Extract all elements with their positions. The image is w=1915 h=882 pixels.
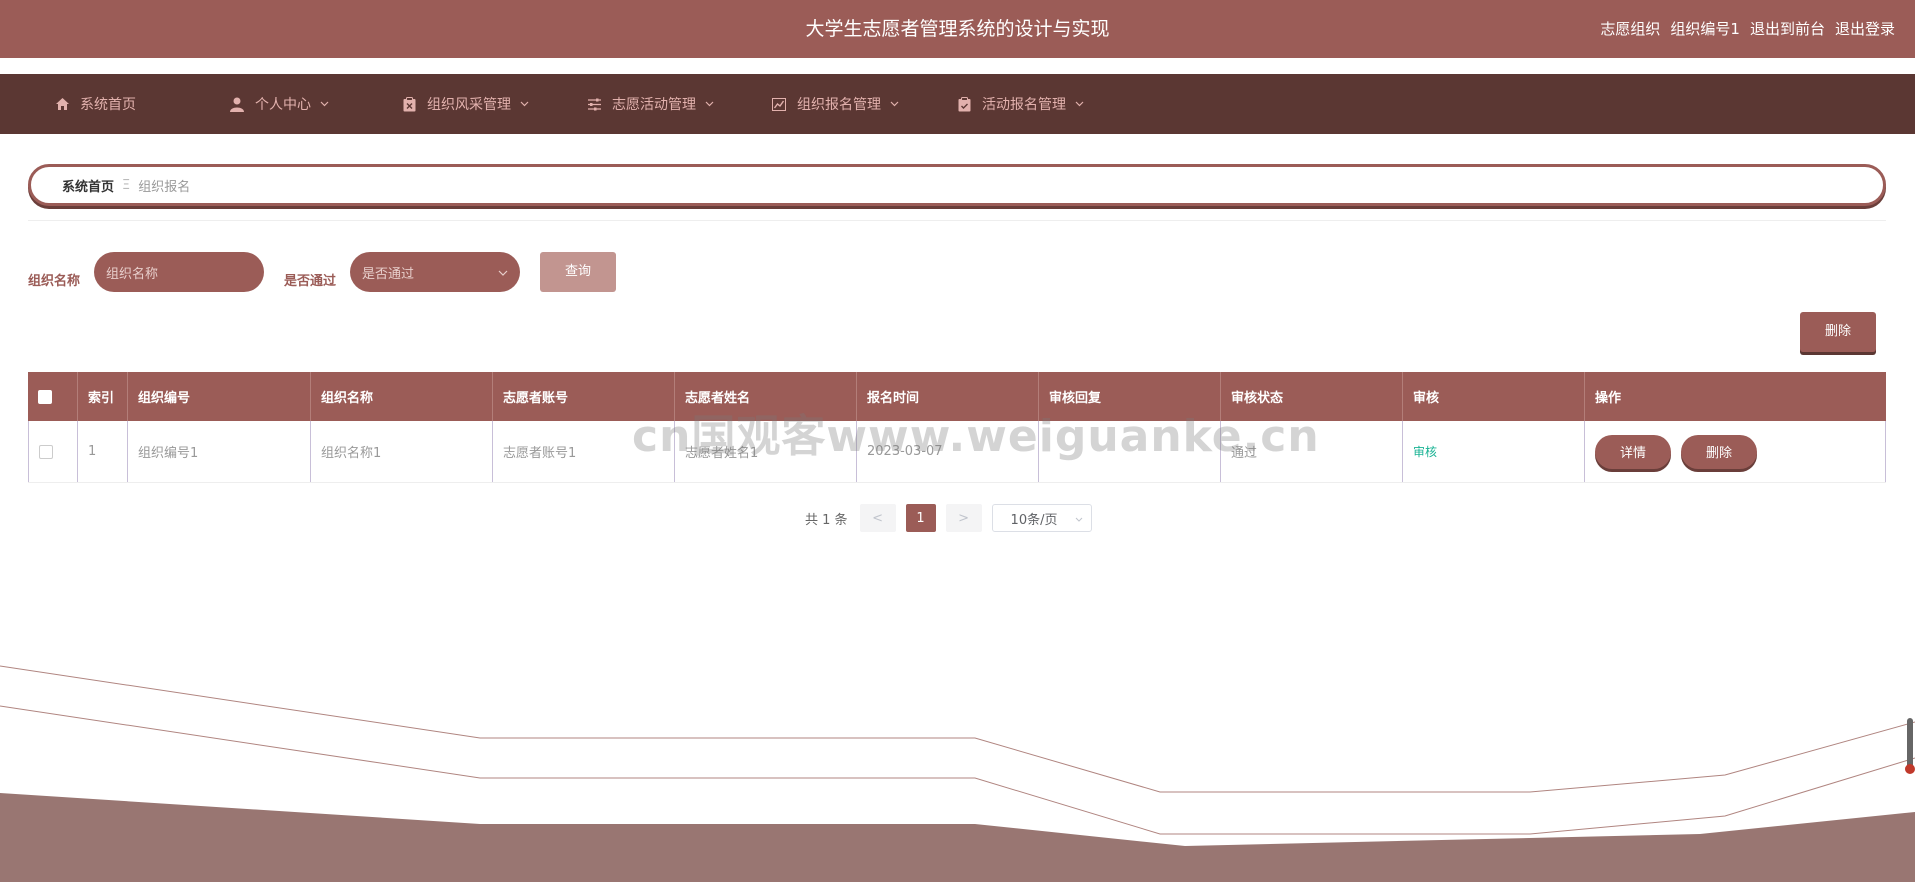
main-nav: 系统首页 个人中心 组织风采管理 志愿活动管理 组织报名管理 活动报名管理: [0, 74, 1915, 134]
chevron-down-icon: [1075, 511, 1083, 526]
page-size-select[interactable]: 10条/页: [991, 504, 1092, 532]
breadcrumb-separator: Ξ: [122, 177, 131, 193]
org-name-input[interactable]: 组织名称: [94, 252, 264, 292]
cell-signup-time: 2023-03-07: [857, 421, 1039, 482]
detail-button[interactable]: 详情: [1595, 434, 1671, 469]
clipboard-x-icon: [401, 96, 417, 112]
column-header: 组织名称: [311, 372, 493, 421]
top-header: 大学生志愿者管理系统的设计与实现 志愿组织 组织编号1 退出到前台 退出登录: [0, 0, 1915, 58]
breadcrumb-home[interactable]: 系统首页: [62, 176, 114, 195]
clipboard-check-icon: [956, 96, 972, 112]
passed-label: 是否通过: [284, 274, 337, 289]
nav-item-org-signup[interactable]: 组织报名管理: [771, 74, 956, 134]
nav-item-activity-signup[interactable]: 活动报名管理: [956, 74, 1141, 134]
sliders-icon: [586, 96, 602, 112]
header-user-area: 志愿组织 组织编号1 退出到前台 退出登录: [1600, 0, 1895, 58]
column-header: 组织编号: [128, 372, 311, 421]
column-header: 操作: [1595, 391, 1622, 406]
page-number-current[interactable]: 1: [905, 504, 936, 532]
chevron-down-icon: [889, 99, 899, 109]
nav-item-label: 组织报名管理: [797, 97, 881, 113]
org-name-placeholder: 组织名称: [106, 266, 159, 282]
pagination-total: 共 1 条: [805, 512, 848, 528]
column-header: 审核状态: [1221, 372, 1403, 421]
user-icon: [229, 96, 245, 112]
side-scroll-handle[interactable]: [1905, 718, 1915, 774]
nav-item-label: 个人中心: [255, 97, 311, 113]
cell-review-reply: [1039, 421, 1221, 482]
passed-placeholder: 是否通过: [362, 266, 415, 282]
divider: [28, 220, 1886, 221]
decorative-wave-background: [0, 665, 1915, 882]
scroll-handle-dot: [1905, 764, 1915, 774]
exit-to-front-link[interactable]: 退出到前台: [1750, 0, 1825, 58]
chevron-down-icon: [1074, 99, 1084, 109]
table-row: 1 组织编号1 组织名称1 志愿者账号1 志愿者姓名1 2023-03-07 通…: [28, 421, 1886, 483]
column-header: 审核: [1403, 372, 1585, 421]
chevron-down-icon: [498, 265, 508, 280]
select-all-checkbox[interactable]: [38, 389, 52, 404]
nav-item-label: 活动报名管理: [982, 97, 1066, 113]
passed-select[interactable]: 是否通过: [350, 252, 520, 292]
breadcrumb-current: 组织报名: [138, 179, 191, 195]
nav-item-org-showcase[interactable]: 组织风采管理: [401, 74, 586, 134]
next-page-button[interactable]: >: [945, 504, 982, 532]
column-header: 审核回复: [1039, 372, 1221, 421]
org-name-label: 组织名称: [28, 274, 81, 289]
user-name: 组织编号1: [1670, 20, 1740, 38]
select-all-cell: [28, 372, 78, 421]
chevron-down-icon: [704, 99, 714, 109]
batch-delete-button[interactable]: 删除: [1800, 312, 1876, 352]
cell-vol-name: 志愿者姓名1: [675, 421, 857, 482]
cell-org-no: 组织编号1: [128, 421, 311, 482]
pagination: 共 1 条 < 1 > 10条/页: [805, 504, 1092, 532]
signup-table: 索引 组织编号 组织名称 志愿者账号 志愿者姓名 报名时间 审核回复 审核状态 …: [28, 372, 1886, 483]
user-role: 志愿组织: [1600, 20, 1661, 38]
query-button[interactable]: 查询: [540, 252, 616, 292]
chart-icon: [771, 96, 787, 112]
chevron-down-icon: [519, 99, 529, 109]
column-header: 志愿者账号: [493, 372, 675, 421]
prev-page-button[interactable]: <: [859, 504, 896, 532]
row-checkbox[interactable]: [39, 444, 53, 459]
column-header: 志愿者姓名: [675, 372, 857, 421]
cell-index: 1: [78, 421, 128, 482]
cell-vol-account: 志愿者账号1: [493, 421, 675, 482]
page-size-value: 10条/页: [1010, 512, 1058, 528]
nav-item-home[interactable]: 系统首页: [54, 74, 229, 134]
logout-link[interactable]: 退出登录: [1835, 0, 1895, 58]
nav-item-label: 志愿活动管理: [612, 97, 696, 113]
review-link[interactable]: 审核: [1413, 443, 1437, 460]
cell-review-status: 通过: [1221, 421, 1403, 482]
cell-review: 审核: [1403, 421, 1585, 482]
column-header: 索引: [78, 372, 128, 421]
column-header: 报名时间: [857, 372, 1039, 421]
nav-item-personal-center[interactable]: 个人中心: [229, 74, 401, 134]
row-delete-button[interactable]: 删除: [1681, 434, 1757, 469]
cell-actions: 详情 删除: [1585, 421, 1886, 482]
breadcrumb: 系统首页 Ξ 组织报名: [28, 164, 1886, 206]
table-header: 索引 组织编号 组织名称 志愿者账号 志愿者姓名 报名时间 审核回复 审核状态 …: [28, 372, 1886, 421]
chevron-down-icon: [319, 99, 329, 109]
home-icon: [54, 96, 70, 112]
row-select-cell: [28, 421, 78, 482]
nav-item-label: 组织风采管理: [427, 97, 511, 113]
nav-item-volunteer-activity[interactable]: 志愿活动管理: [586, 74, 771, 134]
cell-org-name: 组织名称1: [311, 421, 493, 482]
nav-item-label: 系统首页: [80, 97, 136, 113]
